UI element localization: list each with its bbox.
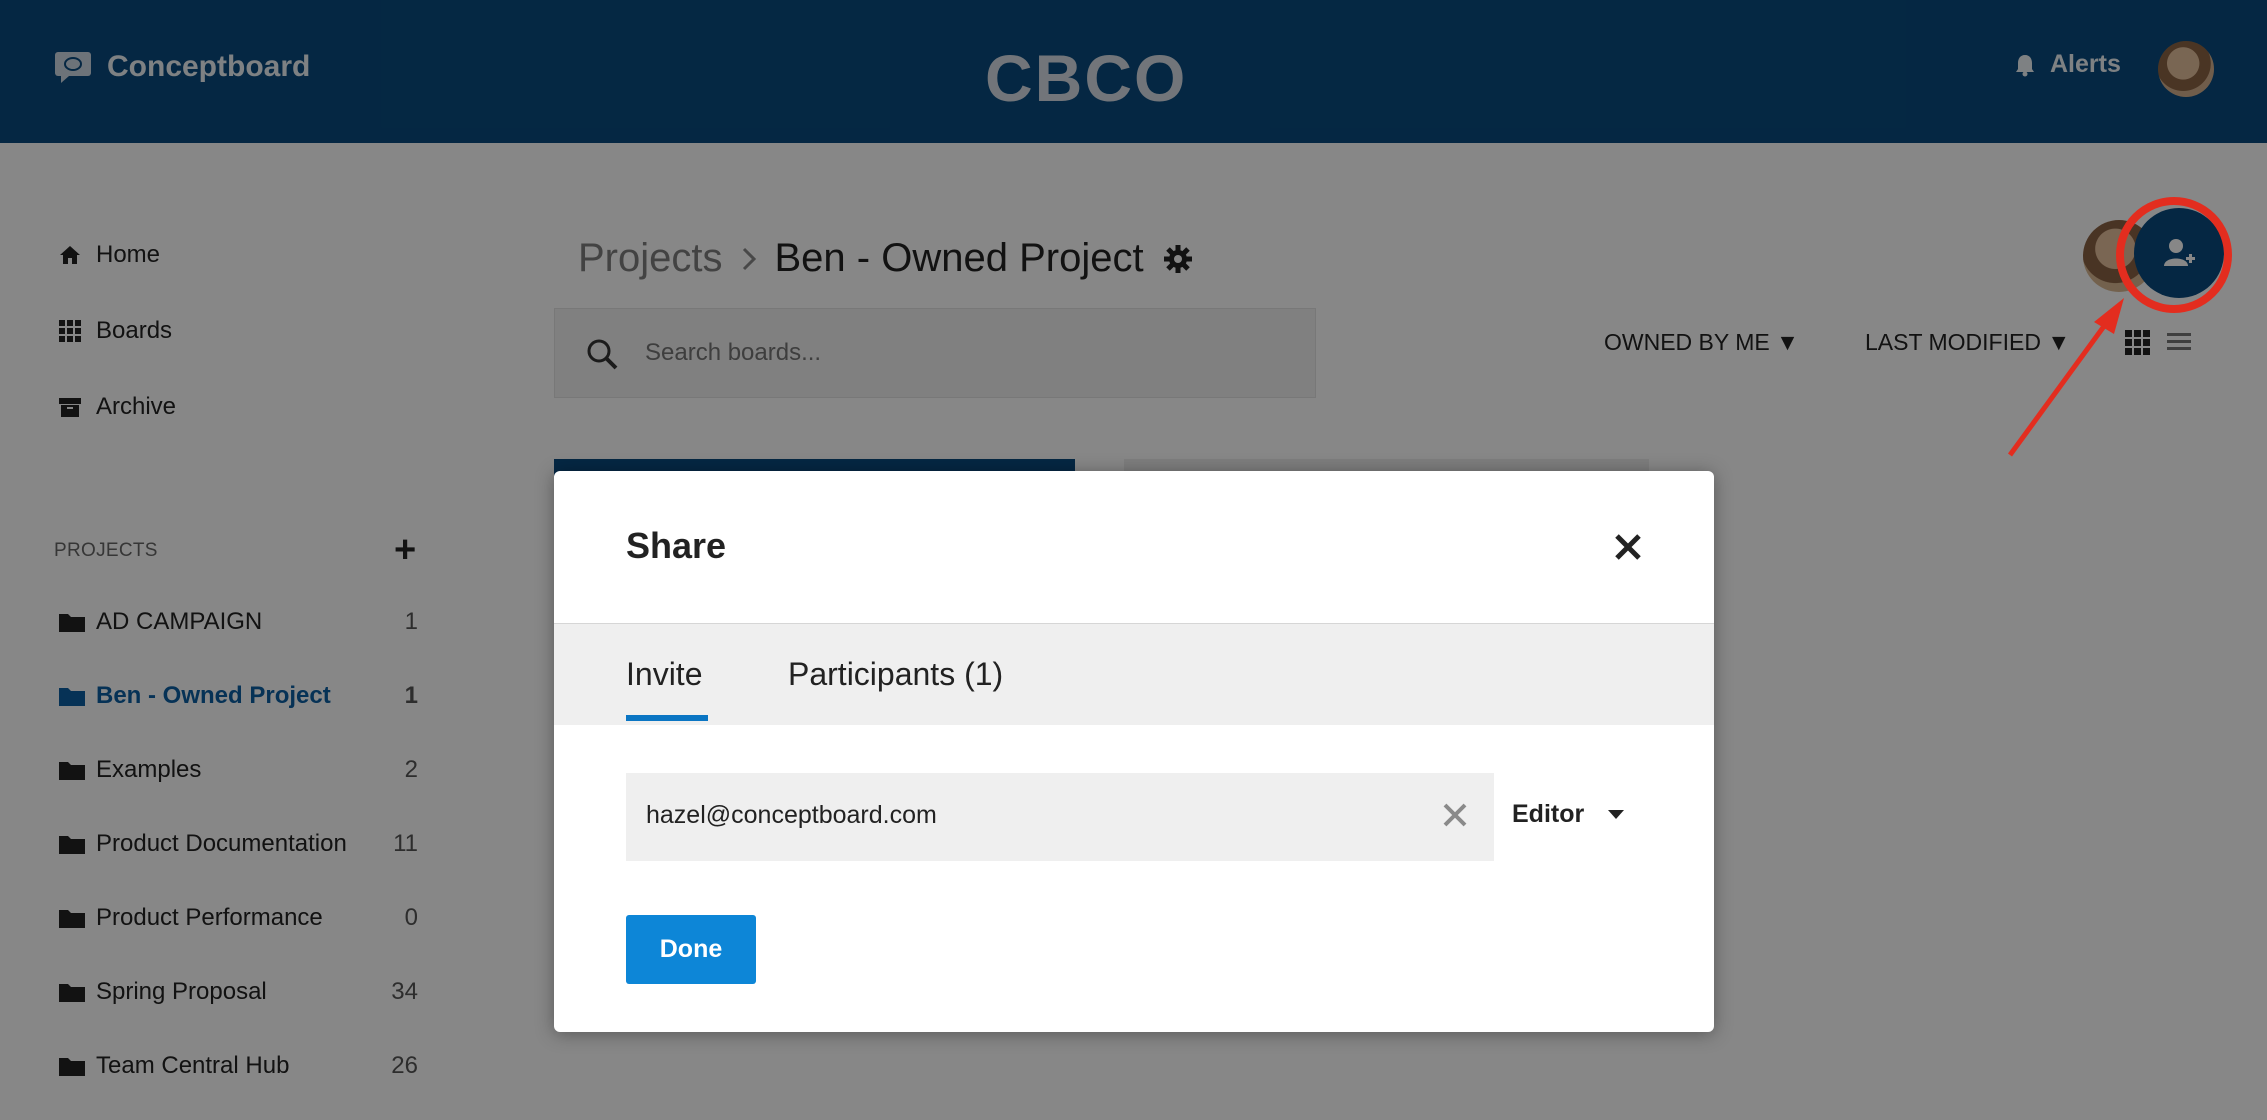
caret-down-icon — [1608, 810, 1625, 819]
email-field[interactable]: hazel@conceptboard.com — [626, 773, 1494, 861]
annotation-circle — [2116, 197, 2232, 313]
done-button[interactable]: Done — [626, 915, 756, 984]
share-dialog: Share Invite Participants (1) hazel@conc… — [554, 471, 1714, 1032]
dialog-title: Share — [626, 525, 727, 566]
dialog-tabs: Invite Participants (1) — [554, 623, 1714, 725]
clear-email-button[interactable] — [1442, 798, 1468, 837]
role-dropdown[interactable]: Editor — [1512, 800, 1625, 829]
role-label: Editor — [1512, 800, 1585, 828]
email-value: hazel@conceptboard.com — [646, 801, 937, 829]
close-icon — [1615, 534, 1641, 560]
active-tab-indicator — [626, 715, 708, 721]
tab-participants[interactable]: Participants (1) — [788, 656, 1003, 693]
tab-invite[interactable]: Invite — [626, 656, 702, 693]
close-button[interactable] — [1614, 523, 1642, 571]
clear-icon — [1443, 803, 1467, 827]
